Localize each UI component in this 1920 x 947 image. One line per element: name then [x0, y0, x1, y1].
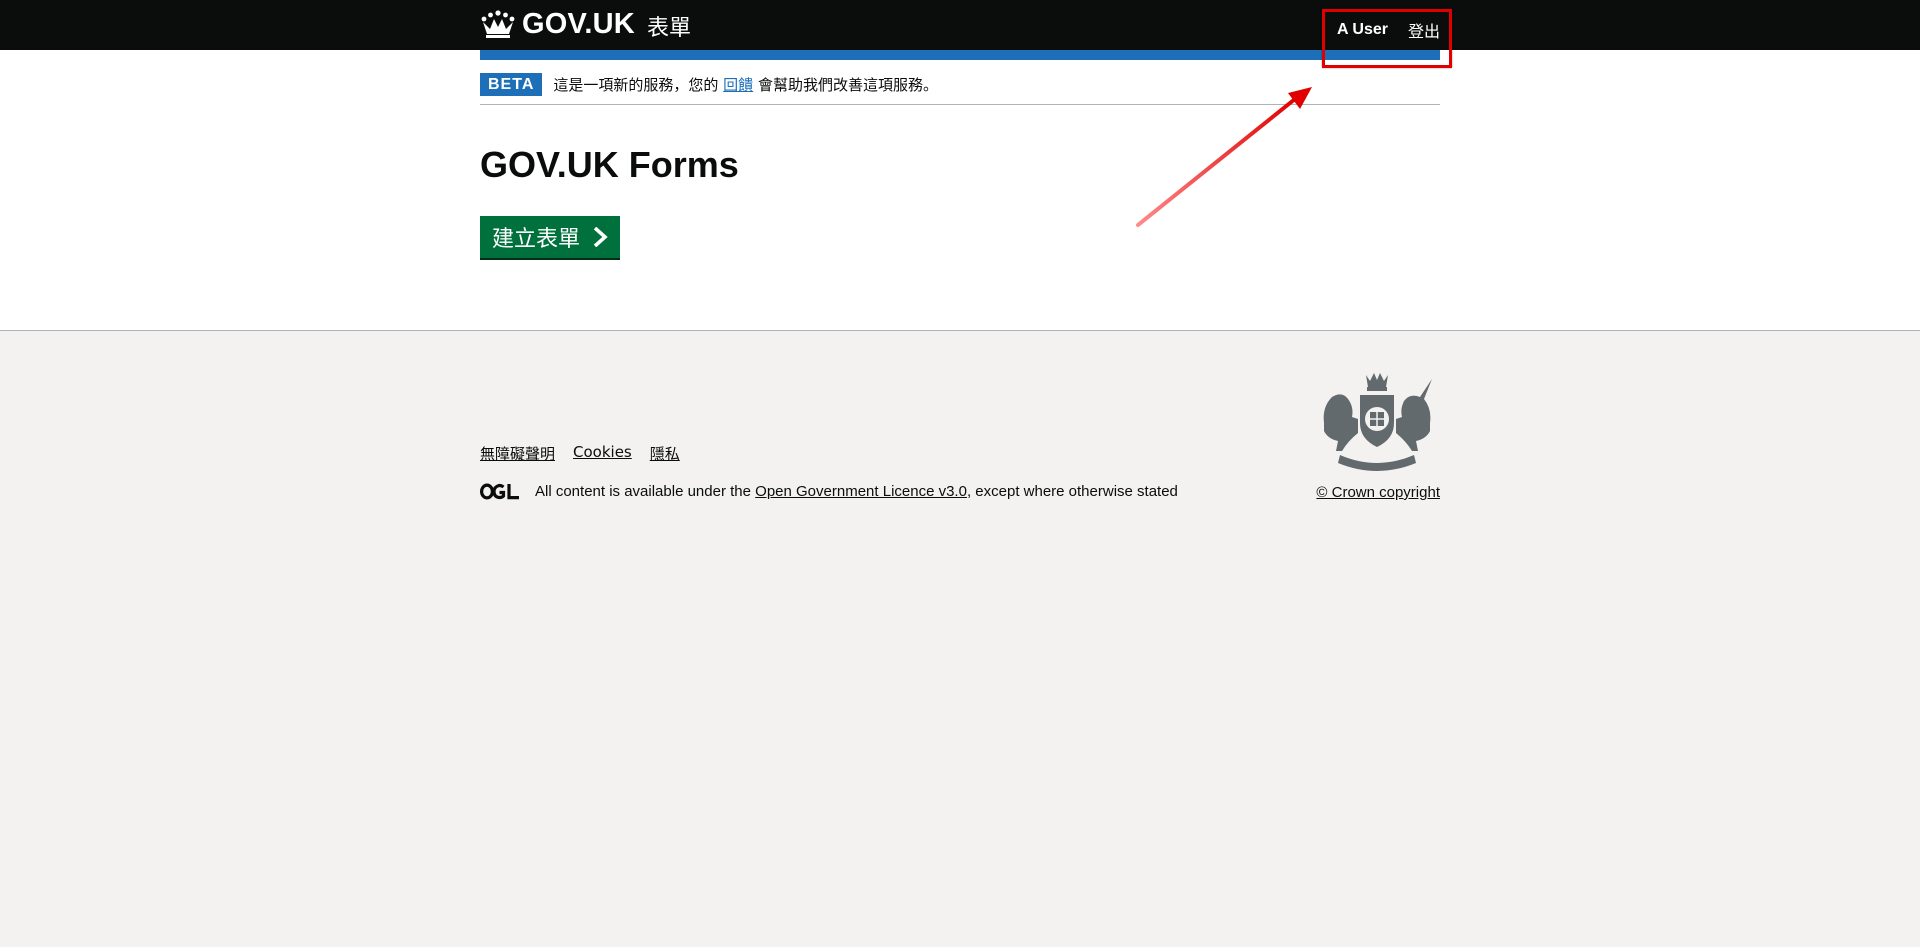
footer-container: 無障礙聲明 Cookies 隱私 All content is availabl…: [480, 331, 1440, 531]
ogl-logo: [480, 483, 519, 500]
main-content: BETA 這是一項新的服務，您的 回饋 會幫助我們改善這項服務。 GOV.UK …: [0, 50, 1920, 331]
licence-text: All content is available under the Open …: [535, 483, 1178, 500]
phase-text-after: 會幫助我們改善這項服務。: [757, 75, 938, 94]
phase-banner-text: 這是一項新的服務，您的 回饋 會幫助我們改善這項服務。: [553, 74, 938, 95]
govuk-logo-link[interactable]: GOV.UK 表單: [480, 8, 691, 41]
header-blue-bar: [480, 50, 1440, 60]
create-form-button-label: 建立表單: [492, 227, 581, 252]
crown-copyright-link[interactable]: © Crown copyright: [1316, 484, 1440, 501]
open-government-licence-link[interactable]: Open Government Licence v3.0: [755, 483, 967, 500]
site-header: GOV.UK 表單 A User 登出: [0, 0, 1920, 50]
licence-text-after: , except where otherwise stated: [966, 483, 1178, 500]
feedback-link[interactable]: 回饋: [723, 76, 753, 94]
annotation-highlight-box: [1322, 9, 1452, 68]
phase-text-before: 這是一項新的服務，您的: [553, 75, 719, 94]
footer-links: 無障礙聲明 Cookies 隱私: [480, 443, 680, 464]
govuk-logo-text: GOV.UK: [522, 8, 635, 40]
footer-link-accessibility[interactable]: 無障礙聲明: [480, 443, 555, 464]
page-title: GOV.UK Forms: [480, 144, 739, 185]
service-name[interactable]: 表單: [647, 10, 691, 42]
annotation-arrow-icon: [1136, 87, 1312, 227]
create-form-button[interactable]: 建立表單: [480, 216, 621, 258]
footer-link-privacy[interactable]: 隱私: [650, 443, 680, 464]
royal-coat-of-arms-icon: [1323, 373, 1432, 471]
site-footer: 無障礙聲明 Cookies 隱私 All content is availabl…: [0, 331, 1920, 947]
header-container: GOV.UK 表單 A User 登出: [480, 0, 1440, 50]
footer-link-cookies[interactable]: Cookies: [573, 443, 632, 464]
licence-statement: All content is available under the Open …: [480, 483, 1178, 500]
beta-tag: BETA: [480, 72, 543, 96]
crown-icon: [481, 9, 515, 38]
chevron-right-icon: [593, 227, 608, 247]
licence-text-before: All content is available under the: [535, 483, 751, 500]
